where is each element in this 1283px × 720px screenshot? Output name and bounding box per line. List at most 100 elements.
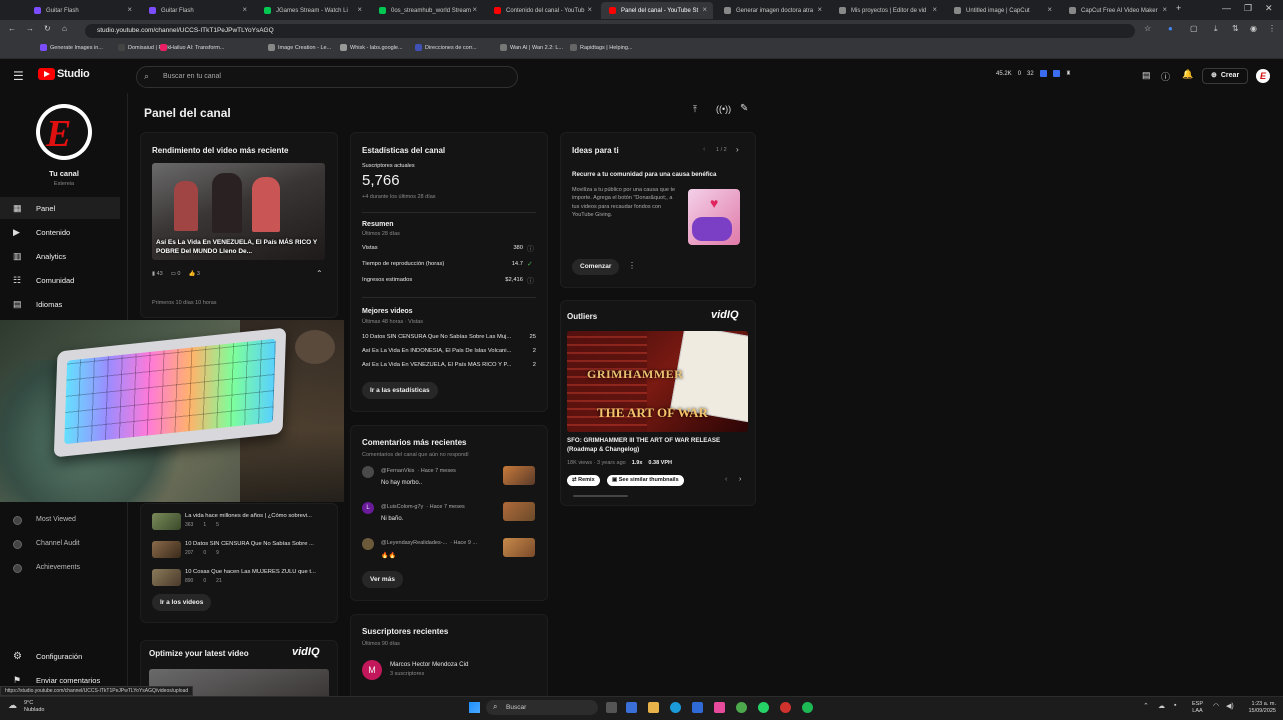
youtube-logo-icon[interactable]: [38, 68, 55, 80]
sync-icon[interactable]: ⇅: [1232, 24, 1239, 33]
wifi-icon[interactable]: ◠: [1213, 702, 1219, 710]
outlier-scrollbar[interactable]: [573, 495, 628, 497]
menu-icon[interactable]: ⋮: [1268, 24, 1276, 33]
search-input[interactable]: Buscar en tu canal: [136, 66, 518, 88]
comment-user[interactable]: @FernanVkis: [381, 468, 414, 474]
reload-icon[interactable]: ↻: [44, 24, 51, 33]
close-tab-icon[interactable]: ×: [587, 5, 592, 14]
extensions-icon[interactable]: ▢: [1190, 24, 1198, 33]
tab-2[interactable]: JGames Stream - Watch Li ×: [256, 2, 368, 19]
video-list-title[interactable]: 10 Datos SIN CENSURA Que No Sabías Sobre…: [185, 541, 330, 547]
close-tab-icon[interactable]: ×: [1047, 5, 1052, 14]
close-tab-icon[interactable]: ×: [242, 5, 247, 14]
tray-app-icon[interactable]: ▪: [1174, 702, 1176, 709]
outlier-title[interactable]: SFO: GRIMHAMMER III THE ART OF WAR RELEA…: [567, 437, 747, 454]
close-tab-icon[interactable]: ×: [932, 5, 937, 14]
star-icon[interactable]: ☆: [1144, 24, 1151, 33]
profile-icon[interactable]: ◉: [1250, 24, 1257, 33]
go-stats-button[interactable]: Ir a las estadísticas: [362, 382, 438, 399]
info-icon[interactable]: ⓘ: [527, 244, 534, 254]
outlier-prev-icon[interactable]: ‹: [725, 476, 727, 483]
tab-5[interactable]: Panel del canal - YouTube St ×: [601, 2, 713, 19]
new-tab-button[interactable]: +: [1176, 3, 1181, 13]
back-icon[interactable]: ←: [8, 24, 16, 33]
close-tab-icon[interactable]: ×: [1162, 5, 1167, 14]
tab-0[interactable]: Guitar Flash ×: [26, 2, 138, 19]
sidebar-item-1[interactable]: ▶ Contenido: [0, 221, 120, 243]
edge-icon[interactable]: [670, 702, 681, 713]
latest-video-thumbnail[interactable]: Así Es La Vida En VENEZUELA, El País MÁS…: [152, 163, 325, 260]
sidebar-subitem-2[interactable]: Achievements: [36, 564, 80, 571]
tab-7[interactable]: Mis proyectos | Editor de vid ×: [831, 2, 943, 19]
windows-start-icon[interactable]: [469, 702, 480, 713]
spotify-icon[interactable]: [802, 702, 813, 713]
comment-avatar[interactable]: [362, 538, 374, 550]
copilot-icon[interactable]: [626, 702, 637, 713]
trophy-icon[interactable]: ♜: [1066, 70, 1071, 77]
vidiq-list-icon[interactable]: [1052, 70, 1060, 77]
live-icon[interactable]: ((•)): [716, 104, 731, 114]
start-button[interactable]: Comenzar: [572, 259, 620, 275]
clock[interactable]: 1:23 a. m. 15/09/2025: [1242, 701, 1276, 714]
tab-3[interactable]: 0os_streamhub_world Stream ×: [371, 2, 483, 19]
best-video-title[interactable]: Así Es La Vida En INDONESIA, El País De …: [362, 348, 524, 354]
tab-8[interactable]: Untitled image | CapCut ×: [946, 2, 1058, 19]
message-icon[interactable]: ▤: [1142, 70, 1151, 81]
best-video-title[interactable]: 10 Datos SIN CENSURA Que No Sabías Sobre…: [362, 334, 524, 340]
comment-avatar[interactable]: [362, 466, 374, 478]
volume-icon[interactable]: ◀): [1226, 702, 1234, 710]
tab-9[interactable]: CapCut Free AI Video Maker ×: [1061, 2, 1173, 19]
info-icon[interactable]: ⓘ: [527, 276, 534, 286]
close-window-button[interactable]: ✕: [1265, 3, 1273, 14]
cloud-icon[interactable]: ☁: [1158, 702, 1165, 710]
comment-video-thumbnail[interactable]: [503, 538, 535, 557]
extension-icon[interactable]: ●: [1168, 24, 1173, 33]
comment-user[interactable]: @LeyendasyRealidades-...: [381, 540, 447, 546]
sidebar-item-4[interactable]: ▤ Idiomas: [0, 293, 120, 315]
close-tab-icon[interactable]: ×: [472, 5, 477, 14]
bookmark-7[interactable]: Rapidtags | Helping...: [570, 44, 633, 51]
whatsapp-icon[interactable]: [758, 702, 769, 713]
language-indicator[interactable]: ESP LAA: [1192, 701, 1203, 714]
taskbar-search[interactable]: Buscar: [486, 700, 598, 715]
photos-icon[interactable]: [714, 702, 725, 713]
comment-video-thumbnail[interactable]: [503, 502, 535, 521]
create-button[interactable]: ⊕ Crear: [1202, 68, 1249, 84]
similar-thumbnails-button[interactable]: ▣ See similar thumbnails: [607, 475, 684, 486]
sidebar-item-2[interactable]: ▥ Analytics: [0, 245, 120, 267]
close-tab-icon[interactable]: ×: [702, 5, 707, 14]
minimize-button[interactable]: —: [1222, 3, 1231, 13]
see-more-button[interactable]: Ver más: [362, 571, 403, 588]
vidiq-stats[interactable]: 45.2K 0 32 ♜: [996, 70, 1071, 77]
video-list-thumbnail[interactable]: [152, 541, 181, 558]
outlier-thumbnail[interactable]: GRIMHAMMER THE ART OF WAR: [567, 331, 748, 432]
video-list-title[interactable]: 10 Cosas Que hacen Las MUJERES ZULU que …: [185, 569, 330, 575]
sidebar-subitem-0[interactable]: Most Viewed: [36, 516, 76, 523]
bookmark-5[interactable]: Direcciones de corr...: [415, 44, 477, 51]
chrome-icon[interactable]: [736, 702, 747, 713]
sidebar-item-0[interactable]: ▦ Panel: [0, 197, 120, 219]
edit-icon[interactable]: ✎: [740, 103, 748, 114]
subscriber-name[interactable]: Marcos Hector Mendoza Cid: [390, 661, 468, 668]
tray-chevron-icon[interactable]: ⌃: [1143, 702, 1149, 710]
more-options-icon[interactable]: ⋮: [628, 261, 636, 270]
maximize-button[interactable]: ❐: [1244, 3, 1252, 14]
hamburger-icon[interactable]: ☰: [13, 69, 24, 83]
tab-6[interactable]: Generar imagen doctora atra ×: [716, 2, 828, 19]
bookmark-2[interactable]: Hailuo AI: Transform...: [160, 44, 224, 51]
store-icon[interactable]: [692, 702, 703, 713]
video-list-title[interactable]: La vida hace millones de años | ¿Cómo so…: [185, 513, 330, 519]
chevron-right-icon[interactable]: ›: [736, 145, 739, 154]
go-videos-button[interactable]: Ir a los videos: [152, 594, 212, 611]
bookmark-4[interactable]: Whisk - labs.google...: [340, 44, 403, 51]
close-tab-icon[interactable]: ×: [357, 5, 362, 14]
upload-icon[interactable]: ⤒: [693, 104, 697, 115]
comment-avatar[interactable]: L: [362, 502, 374, 514]
bookmark-3[interactable]: Image Creation - Le...: [268, 44, 331, 51]
comment-user[interactable]: @LuisColom-g7y: [381, 504, 423, 510]
tab-1[interactable]: Guitar Flash ×: [141, 2, 253, 19]
tab-4[interactable]: Contenido del canal - YouTub ×: [486, 2, 598, 19]
subscriber-avatar[interactable]: M: [362, 660, 382, 680]
chrome-profile-icon[interactable]: [780, 702, 791, 713]
vidiq-icon[interactable]: [1039, 70, 1047, 77]
